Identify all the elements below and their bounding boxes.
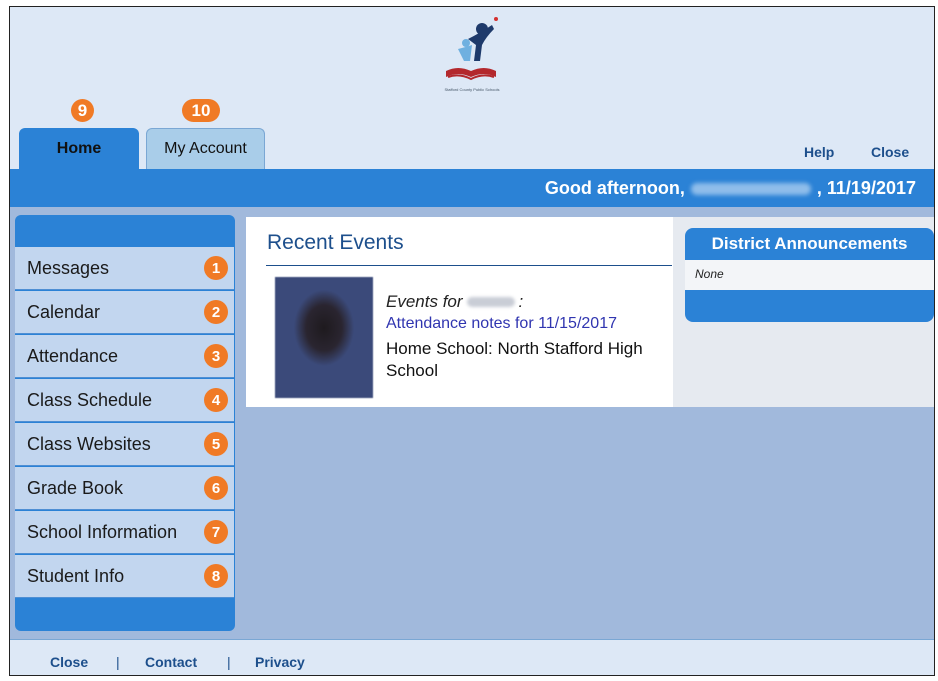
footer: Close | Contact | Privacy	[10, 639, 934, 675]
sidebar-item-label: Student Info	[27, 565, 125, 586]
tab-my-account[interactable]: My Account	[146, 128, 265, 169]
attendance-notes-link[interactable]: Attendance notes for 11/15/2017	[386, 315, 617, 333]
announcements-text: None	[695, 267, 724, 281]
sidebar-item-attendance[interactable]: Attendance 3	[15, 335, 234, 378]
greeting-prefix: Good afternoon,	[544, 178, 685, 198]
sidebar-item-class-websites[interactable]: Class Websites 5	[15, 423, 234, 466]
sidebar-item-grade-book[interactable]: Grade Book 6	[15, 467, 234, 510]
redacted-user-name	[690, 182, 811, 195]
greeting-date: , 11/19/2017	[816, 178, 916, 198]
district-announcements-title: District Announcements	[711, 234, 908, 253]
tab-home-label: Home	[56, 139, 102, 157]
greeting: Good afternoon, , 11/19/2017	[545, 178, 916, 199]
events-for-label: Events for	[386, 292, 463, 311]
sidebar-item-label: Messages	[27, 257, 110, 278]
logo-text: Stafford County Public Schools	[444, 87, 500, 92]
footer-separator: |	[116, 654, 120, 670]
sidebar-item-badge: 6	[204, 476, 228, 500]
sidebar-item-badge: 7	[204, 520, 228, 544]
footer-privacy-link[interactable]: Privacy	[255, 654, 305, 670]
portal-window: Stafford County Public Schools 9 10 Home…	[9, 6, 935, 676]
announcements-body: None	[685, 260, 934, 290]
sidebar-item-badge: 3	[204, 344, 228, 368]
school-logo: Stafford County Public Schools	[436, 15, 506, 115]
sidebar: Messages 1 Calendar 2 Attendance 3 Class…	[15, 215, 235, 631]
events-for-suffix: :	[518, 292, 524, 311]
footer-close-link[interactable]: Close	[50, 654, 88, 670]
tab-home[interactable]: Home	[19, 128, 139, 169]
sidebar-item-label: School Information	[27, 521, 178, 542]
sidebar-item-messages[interactable]: Messages 1	[15, 247, 234, 290]
logo-figures-icon	[446, 17, 498, 81]
sidebar-item-label: Class Schedule	[27, 389, 153, 410]
sidebar-item-badge: 2	[204, 300, 228, 324]
footer-contact-link[interactable]: Contact	[145, 654, 197, 670]
close-link[interactable]: Close	[871, 144, 909, 160]
greeting-bar: Good afternoon, , 11/19/2017	[10, 169, 934, 207]
sidebar-item-badge: 4	[204, 388, 228, 412]
sidebar-item-badge: 1	[204, 256, 228, 280]
recent-events-panel: Recent Events Events for : Attendance no…	[246, 217, 673, 407]
tab-home-callout-badge: 9	[71, 99, 94, 122]
sidebar-item-badge: 5	[204, 432, 228, 456]
tab-my-account-label: My Account	[164, 140, 247, 157]
sidebar-item-label: Attendance	[27, 345, 119, 366]
events-for-line: Events for :	[386, 292, 523, 312]
home-school-text: Home School: North Stafford High School	[386, 339, 643, 380]
sidebar-item-label: Class Websites	[27, 433, 151, 454]
student-photo	[275, 277, 373, 398]
sidebar-item-calendar[interactable]: Calendar 2	[15, 291, 234, 334]
sidebar-item-student-info[interactable]: Student Info 8	[15, 555, 234, 598]
sidebar-item-badge: 8	[204, 564, 228, 588]
recent-events-title: Recent Events	[267, 231, 404, 254]
district-announcements-panel: District Announcements None	[685, 228, 934, 322]
header: Stafford County Public Schools 9 10 Home…	[10, 7, 934, 169]
footer-separator: |	[227, 654, 231, 670]
sidebar-item-class-schedule[interactable]: Class Schedule 4	[15, 379, 234, 422]
redacted-student-name	[466, 297, 515, 307]
tab-account-callout-badge: 10	[182, 99, 220, 122]
help-link[interactable]: Help	[804, 144, 834, 160]
divider	[266, 265, 672, 266]
sidebar-item-school-information[interactable]: School Information 7	[15, 511, 234, 554]
sidebar-item-label: Calendar	[27, 301, 101, 322]
sidebar-item-label: Grade Book	[27, 477, 124, 498]
